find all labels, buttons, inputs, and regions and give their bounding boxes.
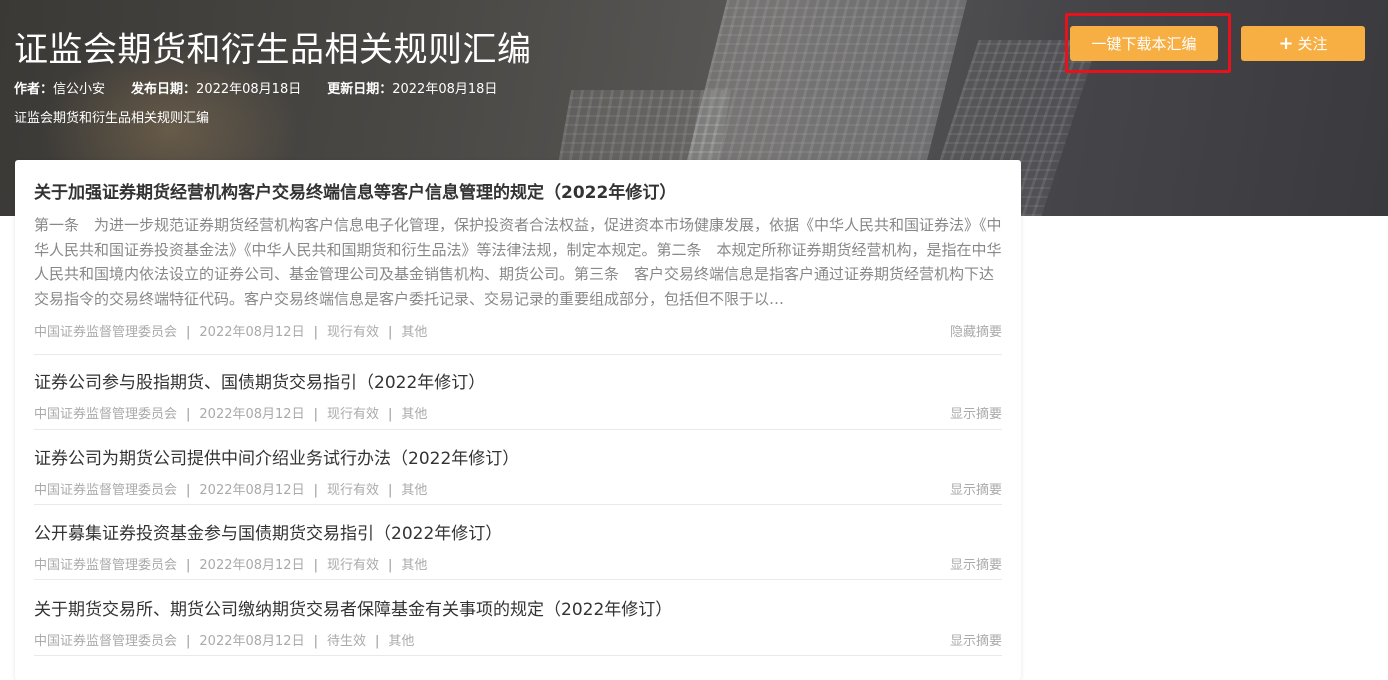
toggle-summary-button[interactable]: 显示摘要	[950, 554, 1002, 573]
separator: |	[313, 325, 318, 340]
separator: |	[374, 634, 380, 649]
update-date-meta: 更新日期：2022年08月18日	[327, 78, 497, 97]
item-title-link[interactable]: 关于加强证券期货经营机构客户交易终端信息等客户信息管理的规定（2022年修订）	[34, 178, 1002, 203]
author-value: 信公小安	[53, 82, 106, 97]
list-item: 关于期货交易所、期货公司缴纳期货交易者保障基金有关事项的规定（2022年修订） …	[34, 595, 1002, 656]
author-label: 作者：	[14, 82, 54, 97]
toggle-summary-button[interactable]: 显示摘要	[950, 479, 1002, 498]
item-date: 2022年08月12日	[199, 325, 305, 340]
follow-button-label: 关注	[1297, 35, 1328, 53]
item-status: 现行有效	[326, 558, 379, 573]
collection-description: 证监会期货和衍生品相关规则汇编	[14, 111, 210, 126]
separator: |	[387, 407, 393, 422]
item-title-link[interactable]: 公开募集证券投资基金参与国债期货交易指引（2022年修订）	[34, 519, 1002, 544]
update-date-value: 2022年08月18日	[392, 82, 498, 97]
toggle-summary-button[interactable]: 隐藏摘要	[950, 321, 1002, 340]
item-category: 其他	[388, 634, 415, 649]
item-date: 2022年08月12日	[199, 634, 305, 649]
separator: |	[313, 558, 318, 573]
author-meta: 作者：信公小安	[14, 78, 105, 97]
item-status: 待生效	[326, 634, 366, 649]
item-info-row: 中国证券监督管理委员会 | 2022年08月12日 | 现行有效 | 其他 隐藏摘要	[34, 321, 1002, 340]
item-publisher: 中国证券监督管理委员会	[34, 483, 178, 498]
separator: |	[186, 558, 191, 573]
item-info-row: 中国证券监督管理委员会 | 2022年08月12日 | 待生效 | 其他 显示摘要	[34, 630, 1002, 649]
separator: |	[387, 558, 393, 573]
item-title-link[interactable]: 证券公司为期货公司提供中间介绍业务试行办法（2022年修订）	[34, 444, 1002, 469]
item-category: 其他	[401, 558, 428, 573]
item-status: 现行有效	[326, 483, 379, 498]
publish-date-meta: 发布日期：2022年08月18日	[131, 78, 301, 97]
plus-icon: +	[1278, 32, 1294, 54]
separator: |	[186, 483, 191, 498]
item-publisher: 中国证券监督管理委员会	[34, 558, 178, 573]
item-publisher: 中国证券监督管理委员会	[34, 634, 178, 649]
item-date: 2022年08月12日	[199, 483, 305, 498]
toggle-summary-button[interactable]: 显示摘要	[950, 630, 1002, 649]
separator: |	[186, 407, 191, 422]
item-info-row: 中国证券监督管理委员会 | 2022年08月12日 | 现行有效 | 其他 显示摘要	[34, 554, 1002, 573]
page-title: 证监会期货和衍生品相关规则汇编	[14, 30, 532, 70]
item-category: 其他	[401, 325, 428, 340]
rule-list-card: 关于加强证券期货经营机构客户交易终端信息等客户信息管理的规定（2022年修订） …	[15, 160, 1021, 680]
separator: |	[387, 325, 393, 340]
item-title-link[interactable]: 关于期货交易所、期货公司缴纳期货交易者保障基金有关事项的规定（2022年修订）	[34, 595, 1002, 620]
separator: |	[313, 634, 318, 649]
separator: |	[313, 483, 318, 498]
item-title-link[interactable]: 证券公司参与股指期货、国债期货交易指引（2022年修订）	[34, 368, 1002, 393]
download-collection-button[interactable]: 一键下载本汇编	[1070, 26, 1218, 61]
separator: |	[387, 483, 393, 498]
meta-row: 作者：信公小安 发布日期：2022年08月18日 更新日期：2022年08月18…	[14, 78, 497, 97]
publish-date-label: 发布日期：	[131, 82, 197, 97]
item-publisher: 中国证券监督管理委员会	[34, 325, 178, 340]
follow-button[interactable]: + 关注	[1241, 26, 1365, 61]
list-item: 关于加强证券期货经营机构客户交易终端信息等客户信息管理的规定（2022年修订） …	[34, 178, 1002, 355]
update-date-label: 更新日期：	[327, 82, 393, 97]
list-item: 证券公司参与股指期货、国债期货交易指引（2022年修订） 中国证券监督管理委员会…	[34, 368, 1002, 430]
item-status: 现行有效	[326, 407, 379, 422]
separator: |	[313, 407, 318, 422]
list-item: 证券公司为期货公司提供中间介绍业务试行办法（2022年修订） 中国证券监督管理委…	[34, 444, 1002, 505]
separator: |	[186, 634, 191, 649]
toggle-summary-button[interactable]: 显示摘要	[950, 403, 1002, 422]
item-summary: 第一条 为进一步规范证券期货经营机构客户信息电子化管理，保护投资者合法权益，促进…	[34, 216, 1002, 308]
item-info-row: 中国证券监督管理委员会 | 2022年08月12日 | 现行有效 | 其他 显示摘要	[34, 403, 1002, 422]
publish-date-value: 2022年08月18日	[196, 82, 302, 97]
separator: |	[186, 325, 191, 340]
item-date: 2022年08月12日	[199, 558, 305, 573]
item-status: 现行有效	[326, 325, 379, 340]
item-category: 其他	[401, 407, 428, 422]
item-info-row: 中国证券监督管理委员会 | 2022年08月12日 | 现行有效 | 其他 显示摘要	[34, 479, 1002, 498]
item-category: 其他	[401, 483, 428, 498]
list-item: 公开募集证券投资基金参与国债期货交易指引（2022年修订） 中国证券监督管理委员…	[34, 519, 1002, 580]
item-date: 2022年08月12日	[199, 407, 305, 422]
item-publisher: 中国证券监督管理委员会	[34, 407, 178, 422]
